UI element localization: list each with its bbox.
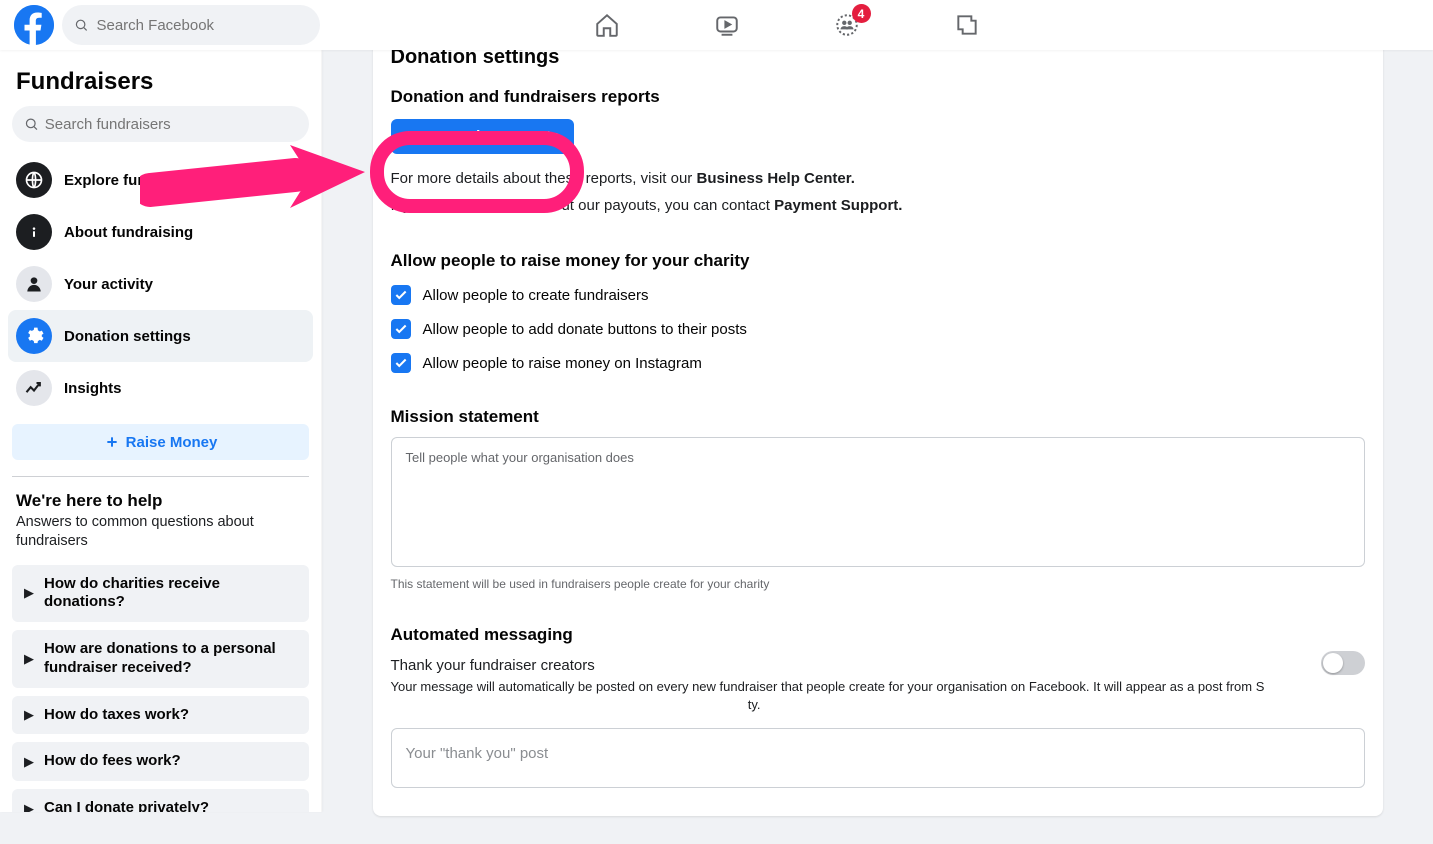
faq-text: How are donations to a personal fundrais… — [44, 640, 297, 678]
facebook-logo[interactable] — [14, 5, 54, 45]
gear-icon — [16, 318, 52, 354]
insights-icon — [16, 370, 52, 406]
faq-item[interactable]: ▶ How do taxes work? — [12, 696, 309, 735]
settings-card: Donation settings Donation and fundraise… — [373, 28, 1383, 816]
person-icon — [16, 266, 52, 302]
automated-section: Automated messaging Thank your fundraise… — [391, 625, 1365, 788]
faq-item[interactable]: ▶ How are donations to a personal fundrai… — [12, 630, 309, 688]
search-icon — [74, 17, 88, 33]
reports-title: Donation and fundraisers reports — [391, 87, 1365, 107]
faq-item[interactable]: ▶ How do fees work? — [12, 742, 309, 781]
text: If you have questions about our payouts,… — [391, 197, 775, 214]
watch-icon — [714, 12, 740, 38]
faq-text: How do fees work? — [44, 752, 181, 771]
sidebar-item-label: About fundraising — [64, 224, 193, 241]
help-title: We're here to help — [8, 491, 313, 513]
chevron-right-icon: ▶ — [24, 651, 34, 667]
divider — [12, 476, 309, 477]
sidebar-item-label: Donation settings — [64, 328, 191, 345]
facebook-icon — [14, 5, 54, 45]
faq-item[interactable]: ▶ How do charities receive donations? — [12, 565, 309, 623]
toggle-knob — [1323, 653, 1343, 673]
mission-section: Mission statement Tell people what your … — [391, 407, 1365, 591]
sidebar-item-label: Your activity — [64, 276, 153, 293]
global-search[interactable] — [62, 5, 320, 45]
faq-item[interactable]: ▶ Can I donate privately? — [12, 789, 309, 812]
main-content: Donation settings Donation and fundraise… — [322, 0, 1433, 844]
checkbox-donate-buttons[interactable] — [391, 319, 411, 339]
thank-subheading: Thank your fundraiser creators — [391, 657, 1301, 674]
allow-title: Allow people to raise money for your cha… — [391, 251, 1365, 271]
groups-badge: 4 — [852, 4, 871, 23]
thank-desc: Your message will automatically be poste… — [391, 678, 1301, 714]
chevron-right-icon: ▶ — [24, 585, 34, 601]
plus-icon — [104, 434, 120, 450]
sidebar: Fundraisers Explore fundraisers About fu… — [0, 50, 322, 812]
mission-placeholder: Tell people what your organisation does — [406, 450, 1350, 465]
home-icon — [594, 12, 620, 38]
check-icon — [394, 288, 408, 302]
sidebar-item-explore[interactable]: Explore fundraisers — [8, 154, 313, 206]
sidebar-item-label: Insights — [64, 380, 122, 397]
chevron-right-icon: ▶ — [24, 801, 34, 812]
checkbox-create-fundraisers[interactable] — [391, 285, 411, 305]
sidebar-search[interactable] — [12, 106, 309, 142]
globe-icon — [16, 162, 52, 198]
checkbox-row: Allow people to create fundraisers — [391, 285, 1365, 305]
nav-watch[interactable] — [671, 0, 783, 50]
global-search-input[interactable] — [96, 17, 308, 34]
help-subtitle: Answers to common questions about fundra… — [8, 513, 313, 565]
sidebar-item-activity[interactable]: Your activity — [8, 258, 313, 310]
checkbox-instagram[interactable] — [391, 353, 411, 373]
checkbox-row: Allow people to add donate buttons to th… — [391, 319, 1365, 339]
payment-support-link[interactable]: Payment Support. — [774, 197, 902, 214]
mission-title: Mission statement — [391, 407, 1365, 427]
thankyou-post-input[interactable]: Your "thank you" post — [391, 728, 1365, 788]
top-navbar: 4 — [0, 0, 1433, 50]
faq-text: Can I donate privately? — [44, 799, 209, 812]
topnav-center: 4 — [320, 0, 1253, 50]
check-icon — [394, 322, 408, 336]
raise-money-label: Raise Money — [126, 434, 218, 451]
sidebar-title: Fundraisers — [8, 62, 313, 106]
automated-title: Automated messaging — [391, 625, 1365, 645]
chevron-right-icon: ▶ — [24, 707, 34, 723]
info-icon — [16, 214, 52, 250]
thank-creators-row: Thank your fundraiser creators Your mess… — [391, 645, 1365, 714]
nav-groups[interactable]: 4 — [791, 0, 903, 50]
gaming-icon — [954, 12, 980, 38]
business-help-link[interactable]: Business Help Center. — [696, 170, 854, 187]
topnav-left — [0, 5, 320, 45]
raise-money-button[interactable]: Raise Money — [12, 424, 309, 460]
sidebar-item-insights[interactable]: Insights — [8, 362, 313, 414]
sidebar-item-donation-settings[interactable]: Donation settings — [8, 310, 313, 362]
chevron-right-icon: ▶ — [24, 754, 34, 770]
mission-statement-input[interactable]: Tell people what your organisation does — [391, 437, 1365, 567]
allow-section: Allow people to raise money for your cha… — [391, 251, 1365, 373]
faq-text: How do taxes work? — [44, 706, 189, 725]
get-donation-reports-button[interactable]: Get Donation Reports — [391, 119, 574, 154]
text: For more details about these reports, vi… — [391, 170, 697, 187]
reports-help-1: For more details about these reports, vi… — [391, 168, 1365, 191]
search-icon — [24, 116, 39, 132]
checkbox-label: Allow people to add donate buttons to th… — [423, 321, 747, 338]
checkbox-label: Allow people to create fundraisers — [423, 287, 649, 304]
thank-toggle[interactable] — [1321, 651, 1365, 675]
sidebar-item-label: Explore fundraisers — [64, 172, 205, 189]
nav-home[interactable] — [551, 0, 663, 50]
sidebar-item-about[interactable]: About fundraising — [8, 206, 313, 258]
faq-text: How do charities receive donations? — [44, 575, 297, 613]
checkbox-label: Allow people to raise money on Instagram — [423, 355, 702, 372]
nav-gaming[interactable] — [911, 0, 1023, 50]
reports-help-2: If you have questions about our payouts,… — [391, 195, 1365, 218]
sidebar-search-input[interactable] — [45, 116, 297, 133]
check-icon — [394, 356, 408, 370]
mission-note: This statement will be used in fundraise… — [391, 577, 1365, 591]
checkbox-row: Allow people to raise money on Instagram — [391, 353, 1365, 373]
